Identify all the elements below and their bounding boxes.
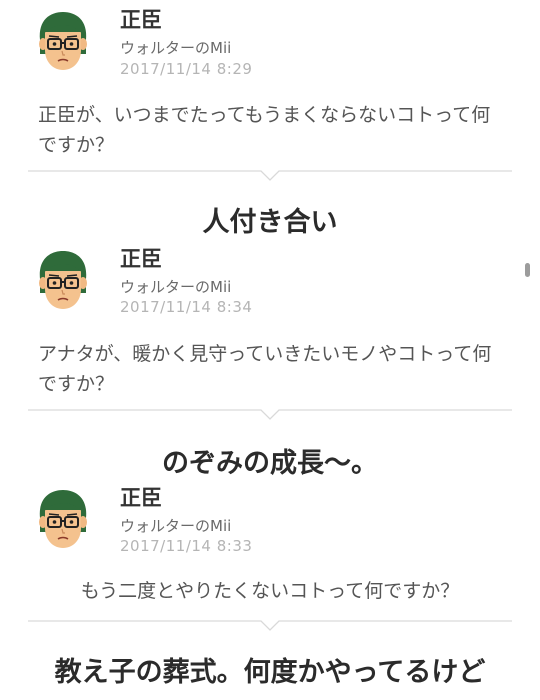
question-text: もう二度とやりたくないコトって何ですか？ <box>80 580 460 602</box>
mii-avatar-icon[interactable] <box>34 10 92 72</box>
scrollbar-thumb[interactable] <box>525 263 530 277</box>
author-owner: ウォルターのMii <box>120 278 232 296</box>
post-timestamp: 2017/11/14 8:34 <box>120 298 253 316</box>
author-name[interactable]: 正臣 <box>120 482 162 512</box>
post-timestamp: 2017/11/14 8:29 <box>120 60 253 78</box>
feed: 正臣 ウォルターのMii 2017/11/14 8:29 正臣が、いつまでたって… <box>0 0 540 700</box>
chevron-divider <box>28 170 512 182</box>
author-owner: ウォルターのMii <box>120 39 232 57</box>
author-owner: ウォルターのMii <box>120 517 232 535</box>
author-name[interactable]: 正臣 <box>120 243 162 273</box>
question-text: アナタが、暖かく見守っていきたいモノやコトって何ですか？ <box>38 343 492 395</box>
mii-avatar-icon[interactable] <box>34 249 92 311</box>
answer-text: のぞみの成長〜。 <box>162 448 378 479</box>
question-text: 正臣が、いつまでたってもうまくならないコトって何ですか？ <box>38 104 491 156</box>
answer-text: 人付き合い <box>202 207 338 238</box>
chevron-divider <box>28 409 512 421</box>
mii-avatar-icon[interactable] <box>34 488 92 550</box>
answer-text: 教え子の葬式。何度かやってるけど <box>54 657 486 688</box>
author-name[interactable]: 正臣 <box>120 4 162 34</box>
post-timestamp: 2017/11/14 8:33 <box>120 537 253 555</box>
chevron-divider <box>28 620 512 632</box>
